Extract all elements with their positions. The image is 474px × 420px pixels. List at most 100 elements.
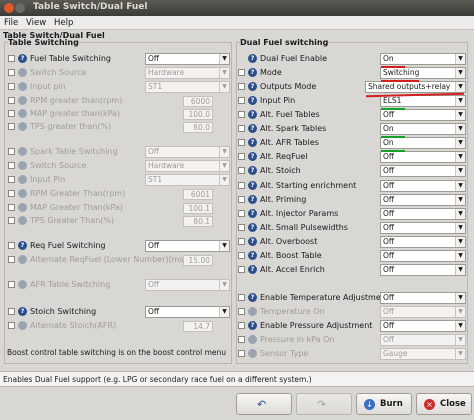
alt-accel-enrich-select[interactable]: Off ▼ (380, 264, 466, 276)
help-icon[interactable]: ? (18, 189, 27, 198)
help-icon[interactable]: ? (248, 349, 257, 358)
undo-button[interactable]: ↶ (236, 393, 292, 415)
tps-greater-than-field[interactable]: 80.1 (183, 216, 213, 227)
input-pin-select[interactable]: ST1 ▼ (145, 81, 230, 93)
help-icon[interactable]: ? (248, 96, 257, 105)
row-checkbox[interactable] (238, 252, 245, 259)
row-checkbox[interactable] (238, 69, 245, 76)
alt-boost-table-select[interactable]: Off ▼ (380, 250, 466, 262)
help-icon[interactable]: ? (18, 203, 27, 212)
row-checkbox[interactable] (8, 55, 15, 62)
help-icon[interactable]: ? (248, 68, 257, 77)
rpm-greater-than-rpm-field[interactable]: 6001 (183, 189, 213, 200)
row-checkbox[interactable] (8, 69, 15, 76)
row-checkbox[interactable] (8, 148, 15, 155)
row-checkbox[interactable] (8, 110, 15, 117)
close-window-icon[interactable] (4, 3, 14, 13)
help-icon[interactable]: ? (18, 82, 27, 91)
alt-priming-select[interactable]: Off ▼ (380, 194, 466, 206)
row-checkbox[interactable] (238, 294, 245, 301)
help-icon[interactable]: ? (18, 321, 27, 330)
row-checkbox[interactable] (238, 238, 245, 245)
row-checkbox[interactable] (238, 139, 245, 146)
rpm-greater-than-rpm-field[interactable]: 6000 (183, 96, 213, 107)
help-icon[interactable]: ? (248, 293, 257, 302)
help-icon[interactable]: ? (248, 110, 257, 119)
row-checkbox[interactable] (238, 153, 245, 160)
help-icon[interactable]: ? (18, 54, 27, 63)
alt-stoich-select[interactable]: Off ▼ (380, 165, 466, 177)
pressure-in-kpa-on-select[interactable]: Off ▼ (380, 334, 466, 346)
menu-view[interactable]: View (26, 18, 46, 28)
alt-afr-tables-select[interactable]: On ▼ (380, 137, 466, 149)
row-checkbox[interactable] (8, 217, 15, 224)
help-icon[interactable]: ? (248, 195, 257, 204)
alt-fuel-tables-select[interactable]: Off ▼ (380, 109, 466, 121)
row-checkbox[interactable] (238, 224, 245, 231)
row-checkbox[interactable] (238, 336, 245, 343)
help-icon[interactable]: ? (248, 335, 257, 344)
map-greater-than-kpa-field[interactable]: 100.1 (183, 203, 213, 214)
help-icon[interactable]: ? (18, 307, 27, 316)
spark-table-switching-select[interactable]: Off ▼ (145, 146, 230, 158)
switch-source-select[interactable]: Hardware ▼ (145, 160, 230, 172)
help-icon[interactable]: ? (18, 241, 27, 250)
map-greater-than-kpa-field[interactable]: 100.0 (183, 109, 213, 120)
input-pin-select[interactable]: ST1 ▼ (145, 174, 230, 186)
row-checkbox[interactable] (8, 204, 15, 211)
row-checkbox[interactable] (8, 190, 15, 197)
help-icon[interactable]: ? (248, 251, 257, 260)
row-checkbox[interactable] (8, 308, 15, 315)
row-checkbox[interactable] (238, 111, 245, 118)
help-icon[interactable]: ? (18, 255, 27, 264)
close-button[interactable]: × Close (416, 393, 472, 415)
row-checkbox[interactable] (8, 176, 15, 183)
row-checkbox[interactable] (238, 210, 245, 217)
help-icon[interactable]: ? (248, 82, 257, 91)
help-icon[interactable]: ? (18, 96, 27, 105)
row-checkbox[interactable] (8, 281, 15, 288)
alternate-stoich-afr-field[interactable]: 14.7 (183, 321, 213, 332)
help-icon[interactable]: ? (248, 138, 257, 147)
tps-greater-than-field[interactable]: 80.0 (183, 122, 213, 133)
help-icon[interactable]: ? (248, 307, 257, 316)
row-checkbox[interactable] (8, 242, 15, 249)
help-icon[interactable]: ? (248, 265, 257, 274)
switch-source-select[interactable]: Hardware ▼ (145, 67, 230, 79)
outputs-mode-select[interactable]: Shared outputs+relay ▼ (365, 81, 466, 93)
row-checkbox[interactable] (238, 182, 245, 189)
help-icon[interactable]: ? (18, 109, 27, 118)
sensor-type-select[interactable]: Gauge ▼ (380, 348, 466, 360)
row-checkbox[interactable] (8, 123, 15, 130)
row-checkbox[interactable] (238, 167, 245, 174)
temperature-on-select[interactable]: Off ▼ (380, 306, 466, 318)
alt-starting-enrichment-select[interactable]: Off ▼ (380, 180, 466, 192)
row-checkbox[interactable] (238, 97, 245, 104)
dual-fuel-enable-select[interactable]: On ▼ (380, 53, 466, 65)
alt-spark-tables-select[interactable]: On ▼ (380, 123, 466, 135)
help-icon[interactable]: ? (248, 223, 257, 232)
stoich-switching-select[interactable]: Off ▼ (145, 306, 230, 318)
help-icon[interactable]: ? (18, 68, 27, 77)
alt-small-pulsewidths-select[interactable]: Off ▼ (380, 222, 466, 234)
alt-reqfuel-select[interactable]: Off ▼ (380, 151, 466, 163)
help-icon[interactable]: ? (248, 166, 257, 175)
row-checkbox[interactable] (8, 256, 15, 263)
input-pin-select[interactable]: ELS1 ▼ (380, 95, 466, 107)
help-icon[interactable]: ? (18, 216, 27, 225)
help-icon[interactable]: ? (18, 161, 27, 170)
row-checkbox[interactable] (238, 196, 245, 203)
enable-pressure-adjustment-select[interactable]: Off ▼ (380, 320, 466, 332)
mode-select[interactable]: Switching ▼ (380, 67, 466, 79)
help-icon[interactable]: ? (248, 209, 257, 218)
row-checkbox[interactable] (238, 350, 245, 357)
row-checkbox[interactable] (8, 83, 15, 90)
help-icon[interactable]: ? (18, 147, 27, 156)
help-icon[interactable]: ? (248, 237, 257, 246)
help-icon[interactable]: ? (18, 175, 27, 184)
burn-button[interactable]: ↓ Burn (356, 393, 412, 415)
help-icon[interactable]: ? (248, 321, 257, 330)
enable-temperature-adjustment-select[interactable]: Off ▼ (380, 292, 466, 304)
row-checkbox[interactable] (238, 266, 245, 273)
req-fuel-switching-select[interactable]: Off ▼ (145, 240, 230, 252)
